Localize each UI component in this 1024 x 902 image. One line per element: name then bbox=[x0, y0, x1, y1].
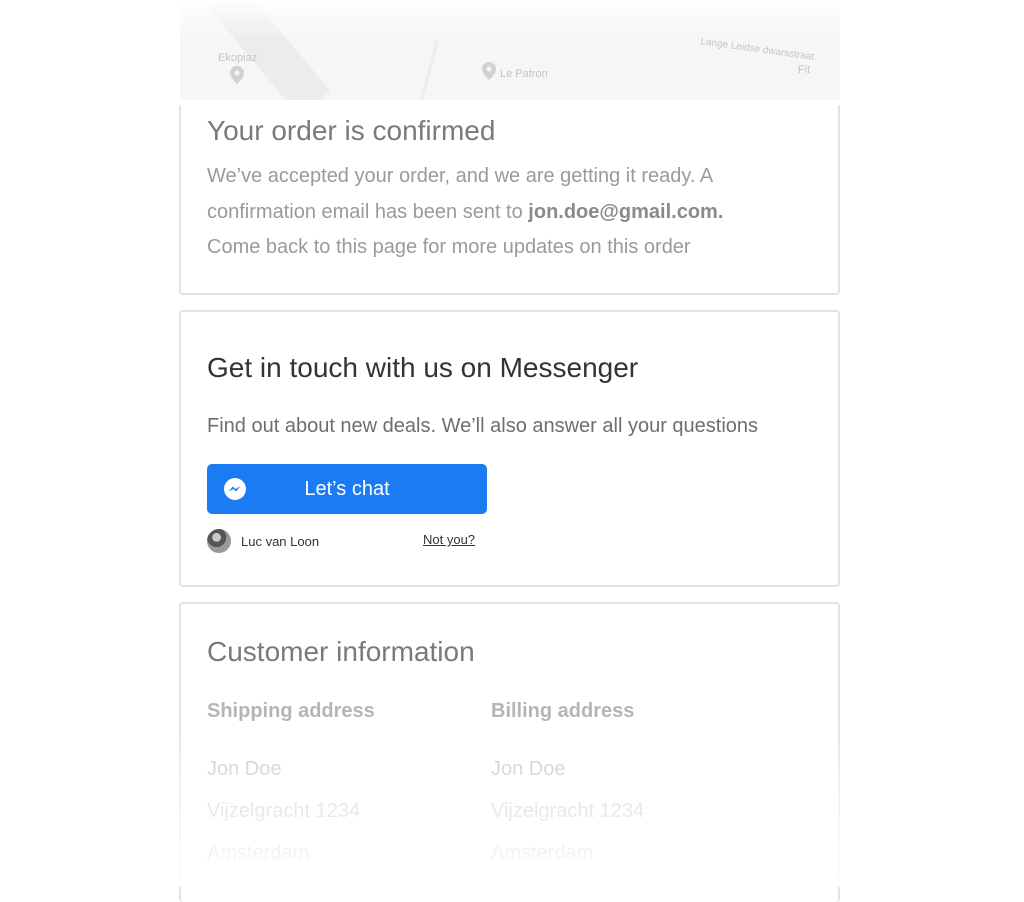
messenger-icon bbox=[224, 478, 246, 500]
order-confirmed-title: Your order is confirmed bbox=[207, 115, 496, 146]
order-confirmed-text: We’ve accepted your order, and we are ge… bbox=[207, 159, 723, 266]
map-label: Fit bbox=[798, 64, 811, 76]
messenger-card: Get in touch with us on Messenger Find o… bbox=[179, 310, 840, 587]
confirmation-line-3: Come back to this page for more updates … bbox=[207, 236, 691, 258]
messenger-title: Get in touch with us on Messenger bbox=[207, 352, 639, 383]
order-confirmed-card: Your order is confirmed We’ve accepted y… bbox=[179, 105, 840, 295]
messenger-user: Luc van Loon bbox=[207, 528, 319, 554]
billing-city: Amsterdam bbox=[491, 842, 594, 864]
user-name: Luc van Loon bbox=[241, 533, 320, 549]
shipping-address-heading: Shipping address bbox=[207, 700, 375, 722]
messenger-subtitle: Find out about new deals. We’ll also ans… bbox=[207, 415, 759, 437]
map-label: Lange Leidse dwarsstraat bbox=[699, 36, 815, 63]
map-label: Ekopiaz bbox=[218, 52, 258, 64]
order-map[interactable]: Ekopiaz Le Patron Fit Lange Leidse dwars… bbox=[180, 0, 840, 100]
confirmation-line-2: confirmation email has been sent to bbox=[207, 200, 529, 223]
customer-info-title: Customer information bbox=[207, 636, 475, 667]
billing-street: Vijzelgracht 1234 bbox=[491, 800, 645, 822]
billing-name: Jon Doe bbox=[491, 758, 566, 780]
map-label: Le Patron bbox=[500, 68, 548, 80]
shipping-city: Amsterdam bbox=[207, 842, 310, 864]
customer-email: jon.doe@gmail.com. bbox=[528, 200, 724, 223]
billing-address-heading: Billing address bbox=[491, 700, 635, 722]
avatar bbox=[207, 529, 231, 553]
shipping-street: Vijzelgracht 1234 bbox=[207, 800, 361, 822]
not-you-link[interactable]: Not you? bbox=[423, 532, 475, 547]
customer-info-card: Customer information Shipping address Bi… bbox=[179, 602, 840, 902]
map-road bbox=[420, 40, 439, 100]
map-pin-icon bbox=[230, 66, 244, 84]
lets-chat-label: Let’s chat bbox=[304, 477, 390, 500]
confirmation-line-1: We’ve accepted your order, and we are ge… bbox=[207, 165, 714, 187]
lets-chat-button[interactable]: Let’s chat bbox=[207, 464, 487, 514]
map-road bbox=[209, 0, 331, 100]
map-pin-icon bbox=[482, 62, 496, 80]
shipping-name: Jon Doe bbox=[207, 758, 282, 780]
